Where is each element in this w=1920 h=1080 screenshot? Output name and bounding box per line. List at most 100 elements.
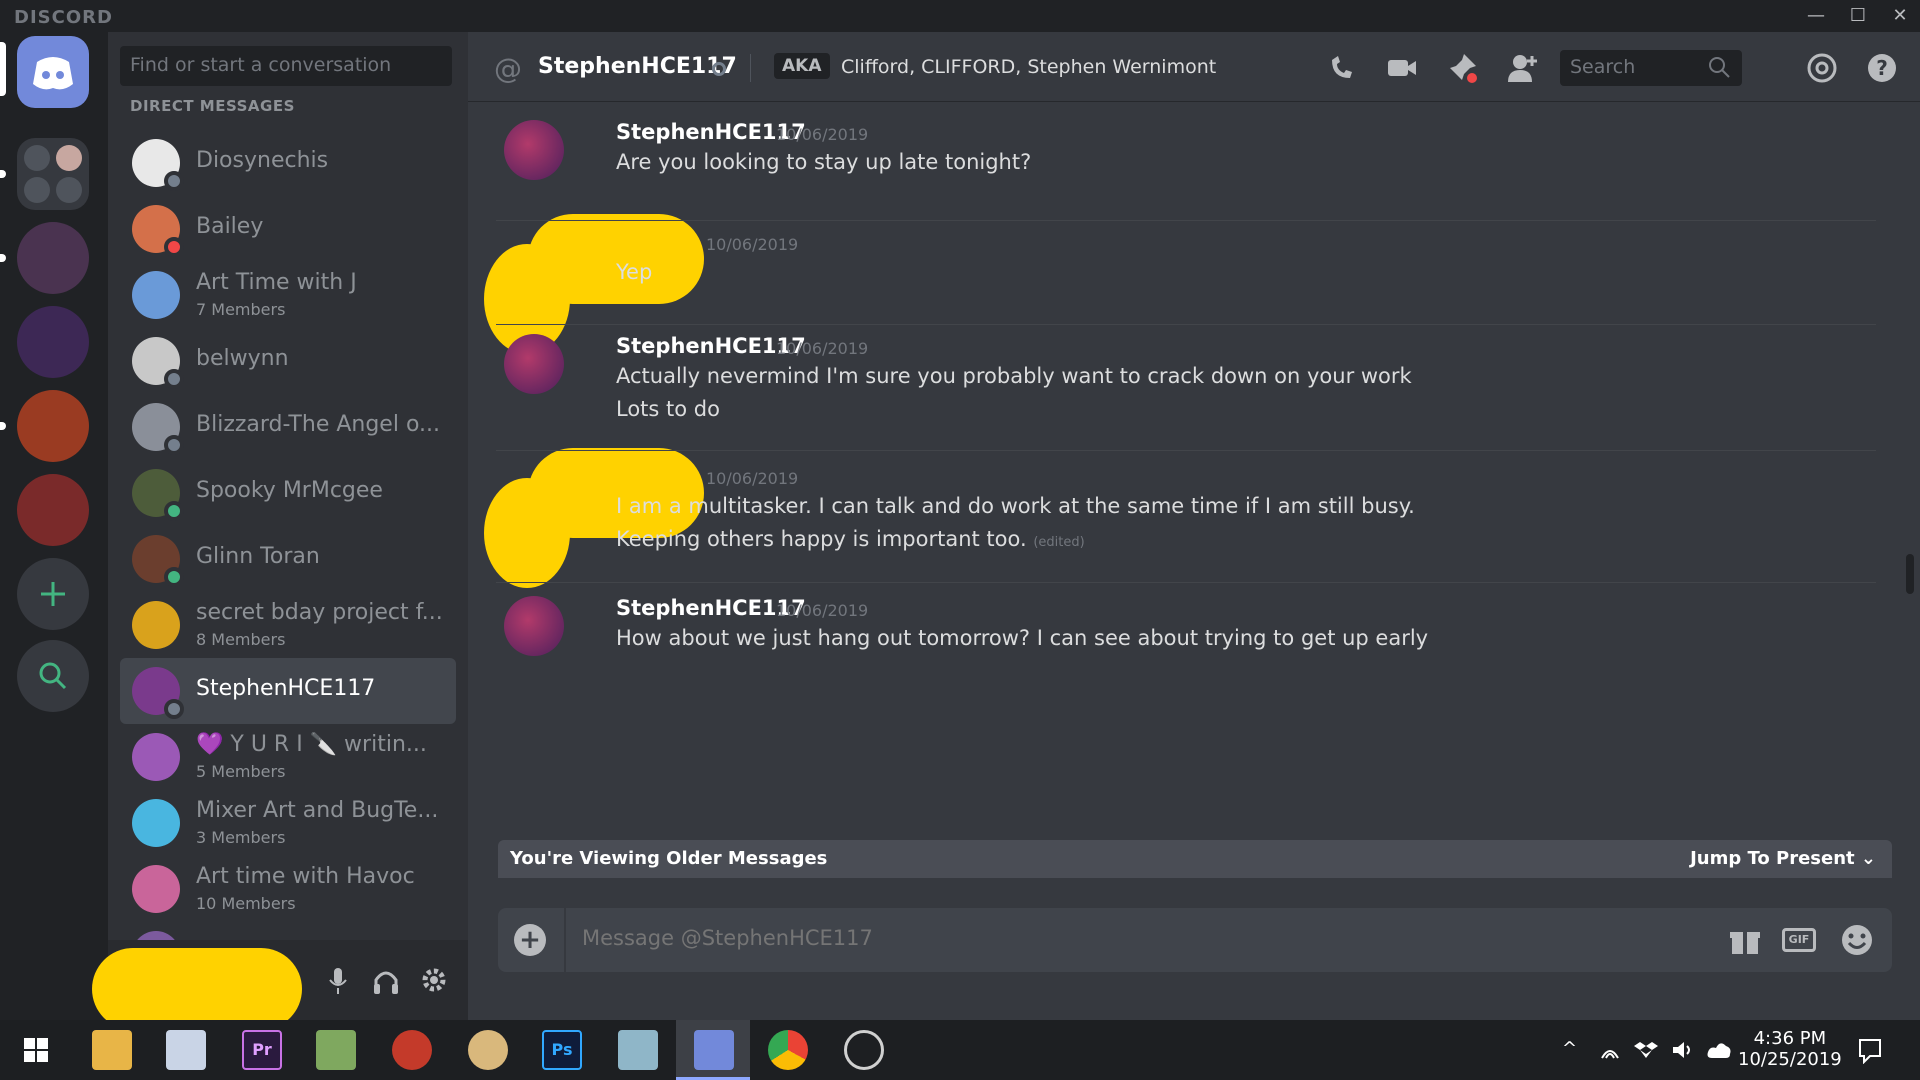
dm-name: Art Time with J	[196, 270, 357, 295]
dm-item[interactable]: StephenHCE117	[120, 658, 456, 724]
help-icon[interactable]: ?	[1864, 50, 1900, 86]
chat-header: @ StephenHCE117 AKA Clifford, CLIFFORD, …	[468, 32, 1920, 102]
add-server-button[interactable]	[17, 558, 89, 630]
dm-name: Mixer Art and BugTe...	[196, 798, 439, 823]
dm-item[interactable]: Art Time with J 7 Members	[120, 262, 456, 328]
app-icon[interactable]	[316, 1030, 356, 1070]
status-indicator	[164, 171, 184, 191]
chrome-icon[interactable]	[768, 1030, 808, 1070]
message[interactable]: StephenHCE117 10/06/2019 How about we just…	[496, 596, 1876, 686]
dm-item[interactable]: Glinn Toran	[120, 526, 456, 592]
channel-name[interactable]: StephenHCE117	[538, 54, 737, 79]
dm-item[interactable]: 💜 Y U R I 🔪 writin... 5 Members	[120, 724, 456, 790]
app-icon[interactable]	[166, 1030, 206, 1070]
file-explorer-icon[interactable]	[92, 1030, 132, 1070]
message-line: Yep	[616, 260, 653, 284]
server-folder[interactable]	[17, 138, 89, 210]
minimize-button[interactable]: —	[1796, 0, 1836, 32]
discord-taskbar-icon[interactable]	[694, 1030, 734, 1070]
status-indicator	[164, 699, 184, 719]
photoshop-icon[interactable]: Ps	[542, 1030, 582, 1070]
message-line: How about we just hang out tomorrow? I c…	[616, 626, 1429, 650]
jump-label: Jump To Present	[1690, 848, 1855, 869]
wifi-icon[interactable]	[1598, 1038, 1622, 1062]
message-input[interactable]	[582, 926, 1582, 950]
server-icon[interactable]	[17, 222, 89, 294]
chat-area: @ StephenHCE117 AKA Clifford, CLIFFORD, …	[468, 32, 1920, 1020]
divider	[750, 54, 751, 82]
message-line: Lots to do	[616, 397, 720, 421]
explore-servers-button[interactable]	[17, 640, 89, 712]
call-icon[interactable]	[1324, 50, 1360, 86]
dm-name: Spooky MrMcgee	[196, 478, 383, 503]
dm-item[interactable]: Mixer Art and BugTe... 3 Members	[120, 790, 456, 856]
message[interactable]: 10/06/2019 Yep	[484, 214, 1876, 354]
dm-item[interactable]: secret bday project f... 8 Members	[120, 592, 456, 658]
avatar[interactable]	[504, 120, 564, 180]
status-indicator	[164, 567, 184, 587]
message[interactable]: StephenHCE117 10/06/2019 Are you looking t…	[496, 120, 1876, 210]
gif-button[interactable]: GIF	[1782, 928, 1816, 952]
app-brand: DISCORD	[14, 7, 113, 28]
app-icon[interactable]	[392, 1030, 432, 1070]
search-icon	[1709, 57, 1730, 78]
user-panel	[92, 940, 468, 1030]
avatar	[132, 733, 180, 781]
app-icon[interactable]	[618, 1030, 658, 1070]
gift-icon[interactable]	[1726, 922, 1764, 958]
maximize-button[interactable]: ☐	[1838, 0, 1878, 32]
upload-plus-button[interactable]: +	[514, 924, 546, 956]
dm-item[interactable]: Diosynechis	[120, 130, 456, 196]
dm-item[interactable]: Bailey	[120, 196, 456, 262]
message[interactable]: 10/06/2019 I am a multitasker. I can talk…	[484, 448, 1876, 588]
title-bar: DISCORD — ☐ ✕	[0, 0, 1920, 32]
premiere-icon[interactable]: Pr	[242, 1030, 282, 1070]
windows-taskbar: Pr Ps ^ 4:36 PM 10/25/2019	[0, 1020, 1920, 1080]
volume-icon[interactable]	[1670, 1038, 1694, 1062]
onedrive-cloud-icon[interactable]	[1706, 1038, 1732, 1062]
paint-icon[interactable]	[468, 1030, 508, 1070]
dm-name: 💜 Y U R I 🔪 writin...	[196, 732, 427, 757]
mention-icon[interactable]	[1804, 50, 1840, 86]
jump-to-present-button[interactable]: Jump To Present ⌄	[1690, 848, 1876, 869]
notifications-icon[interactable]	[1856, 1036, 1884, 1064]
dm-section-header: DIRECT MESSAGES	[130, 97, 295, 115]
server-icon[interactable]	[17, 474, 89, 546]
chevron-up-icon[interactable]: ^	[1562, 1038, 1577, 1059]
dm-name: Bailey	[196, 214, 264, 239]
dm-item[interactable]: Blizzard-The Angel o...	[120, 394, 456, 460]
obs-icon[interactable]	[844, 1030, 884, 1070]
server-icon[interactable]	[17, 306, 89, 378]
dropbox-icon[interactable]	[1634, 1038, 1658, 1062]
dm-search-input[interactable]: Find or start a conversation	[120, 46, 452, 86]
avatar[interactable]	[504, 334, 564, 394]
dm-item[interactable]: Spooky MrMcgee	[120, 460, 456, 526]
unread-indicator	[0, 422, 6, 430]
discord-logo-icon	[33, 57, 73, 90]
message-divider	[496, 582, 1876, 583]
pin-icon[interactable]	[1444, 50, 1480, 86]
settings-gear-icon[interactable]	[416, 962, 452, 998]
at-icon: @	[494, 52, 522, 85]
member-count: 10 Members	[196, 894, 296, 913]
status-indicator	[164, 237, 184, 257]
dm-name: StephenHCE117	[196, 676, 376, 701]
microphone-icon[interactable]	[320, 962, 356, 998]
dm-item[interactable]: Art time with Havoc 10 Members	[120, 856, 456, 922]
message-line: Actually nevermind I'm sure you probably…	[616, 364, 1412, 388]
headphones-icon[interactable]	[368, 962, 404, 998]
dm-name: Glinn Toran	[196, 544, 320, 569]
taskbar-clock[interactable]: 4:36 PM 10/25/2019	[1738, 1028, 1842, 1070]
windows-start-icon[interactable]	[16, 1030, 56, 1070]
video-icon[interactable]	[1384, 50, 1420, 86]
dm-item[interactable]: belwynn	[120, 328, 456, 394]
status-indicator	[164, 369, 184, 389]
message[interactable]: StephenHCE117 10/06/2019 Actually nevermin…	[496, 334, 1876, 424]
scrollbar[interactable]	[1906, 554, 1914, 594]
server-icon[interactable]	[17, 390, 89, 462]
avatar[interactable]	[504, 596, 564, 656]
close-button[interactable]: ✕	[1880, 0, 1920, 32]
emoji-icon[interactable]	[1838, 922, 1876, 958]
home-button[interactable]	[17, 36, 89, 108]
add-member-icon[interactable]	[1504, 50, 1540, 86]
